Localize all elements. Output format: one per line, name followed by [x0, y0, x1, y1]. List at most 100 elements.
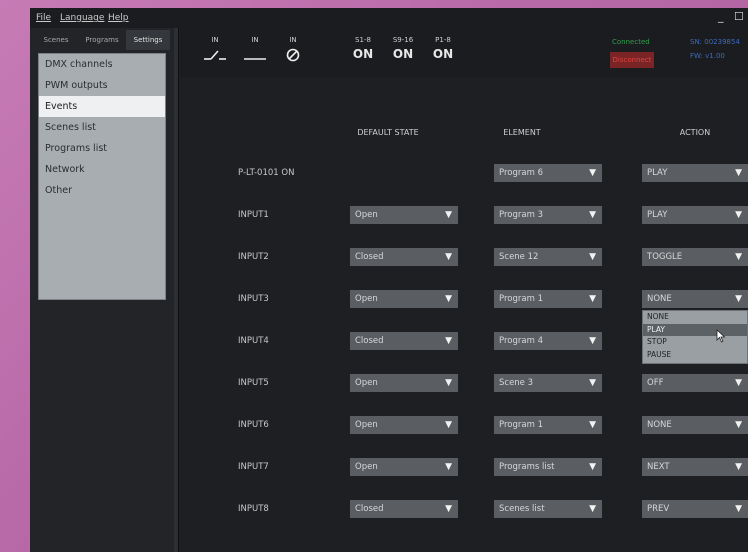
input-indicator-label: IN [211, 36, 219, 44]
tab-scenes[interactable]: Scenes [34, 30, 78, 50]
input-indicator-label: IN [289, 36, 297, 44]
event-row-label: INPUT3 [238, 294, 269, 304]
element-dropdown[interactable]: Programs list ▼ [494, 458, 602, 476]
default-state-dropdown[interactable]: Open ▼ [350, 416, 458, 434]
output-group-value: ON [432, 47, 454, 61]
action-option[interactable]: PAUSE [643, 349, 747, 362]
nav-item-scenes-list[interactable]: Scenes list [39, 117, 165, 138]
disconnect-button[interactable]: Disconnect [610, 52, 654, 68]
status-bar: Connected Disconnect SN: 00239854 FW: v1… [180, 28, 748, 78]
input-indicator: IN [198, 36, 232, 62]
input-indicator: IN [276, 36, 310, 62]
firmware-version: FW: v1.00 [690, 52, 725, 60]
chevron-down-icon: ▼ [589, 252, 596, 262]
action-dropdown[interactable]: NEXT ▼ [642, 458, 748, 476]
element-dropdown[interactable]: Scenes list ▼ [494, 500, 602, 518]
action-dropdown-value: NEXT [647, 462, 670, 472]
output-group-value: ON [352, 47, 374, 61]
event-row-label: INPUT7 [238, 462, 269, 472]
chevron-down-icon: ▼ [735, 462, 742, 472]
output-group-indicator: S1-8 ON [346, 36, 380, 61]
default-state-dropdown-value: Closed [355, 252, 384, 262]
event-row-label: INPUT4 [238, 336, 269, 346]
element-dropdown[interactable]: Program 4 ▼ [494, 332, 602, 350]
action-dropdown-value: PLAY [647, 210, 668, 220]
element-dropdown-value: Scene 3 [499, 378, 534, 388]
default-state-dropdown-value: Open [355, 420, 378, 430]
action-option[interactable]: PLAY [643, 323, 747, 336]
chevron-down-icon: ▼ [589, 210, 596, 220]
chevron-down-icon: ▼ [735, 168, 742, 178]
action-dropdown[interactable]: OFF ▼ [642, 374, 748, 392]
element-dropdown[interactable]: Program 6 ▼ [494, 164, 602, 182]
nav-item-pwm-outputs[interactable]: PWM outputs [39, 75, 165, 96]
menu-language[interactable]: Language [60, 13, 104, 23]
chevron-down-icon: ▼ [445, 420, 452, 430]
element-dropdown-value: Program 3 [499, 210, 543, 220]
action-option[interactable]: NONE [643, 311, 747, 324]
column-element: ELEMENT [503, 128, 541, 137]
switch-closed-icon [238, 48, 272, 62]
default-state-dropdown[interactable]: Closed ▼ [350, 500, 458, 518]
chevron-down-icon: ▼ [445, 504, 452, 514]
default-state-dropdown[interactable]: Open ▼ [350, 290, 458, 308]
action-dropdown[interactable]: PLAY ▼ [642, 164, 748, 182]
minimize-button[interactable]: _ [718, 10, 724, 23]
action-options-menu: NONE PLAY STOP PAUSE [642, 310, 748, 364]
output-group-label: S1-8 [355, 36, 371, 44]
switch-open-icon [198, 48, 232, 62]
default-state-dropdown[interactable]: Closed ▼ [350, 332, 458, 350]
column-action: ACTION [679, 128, 711, 137]
connected-status: Connected [612, 38, 650, 46]
element-dropdown[interactable]: Program 3 ▼ [494, 206, 602, 224]
tab-programs[interactable]: Programs [80, 30, 124, 50]
default-state-dropdown[interactable]: Closed ▼ [350, 248, 458, 266]
nav-item-other[interactable]: Other [39, 180, 165, 201]
nav-item-dmx-channels[interactable]: DMX channels [39, 54, 165, 75]
default-state-dropdown[interactable]: Open ▼ [350, 206, 458, 224]
element-dropdown[interactable]: Program 1 ▼ [494, 290, 602, 308]
action-dropdown-value: OFF [647, 378, 664, 388]
tab-settings[interactable]: Settings [126, 30, 170, 50]
output-group-indicator: P1-8 ON [426, 36, 460, 61]
nav-item-network[interactable]: Network [39, 159, 165, 180]
chevron-down-icon: ▼ [589, 294, 596, 304]
element-dropdown-value: Program 4 [499, 336, 543, 346]
element-dropdown[interactable]: Scene 12 ▼ [494, 248, 602, 266]
default-state-dropdown[interactable]: Open ▼ [350, 458, 458, 476]
default-state-dropdown[interactable]: Open ▼ [350, 374, 458, 392]
action-dropdown[interactable]: PLAY ▼ [642, 206, 748, 224]
action-dropdown[interactable]: TOGGLE ▼ [642, 248, 748, 266]
element-dropdown[interactable]: Program 1 ▼ [494, 416, 602, 434]
chevron-down-icon: ▼ [735, 420, 742, 430]
element-dropdown-value: Program 1 [499, 294, 543, 304]
serial-number: SN: 00239854 [690, 38, 740, 46]
menu-file[interactable]: File [36, 13, 51, 23]
action-dropdown[interactable]: NONE ▼ [642, 290, 748, 308]
chevron-down-icon: ▼ [735, 378, 742, 388]
chevron-down-icon: ▼ [589, 168, 596, 178]
action-dropdown-value: PLAY [647, 168, 668, 178]
menu-help[interactable]: Help [108, 13, 129, 23]
output-group-value: ON [392, 47, 414, 61]
mouse-cursor-icon [716, 328, 726, 347]
input-indicator-label: IN [251, 36, 259, 44]
action-option[interactable]: STOP [643, 336, 747, 349]
event-row-label: INPUT1 [238, 210, 269, 220]
tab-bar: Scenes Programs Settings [30, 30, 174, 50]
action-dropdown-value: PREV [647, 504, 670, 514]
element-dropdown[interactable]: Scene 3 ▼ [494, 374, 602, 392]
action-dropdown[interactable]: NONE ▼ [642, 416, 748, 434]
events-panel: DEFAULT STATE ELEMENT ACTION P-LT-0101 O… [180, 78, 748, 552]
chevron-down-icon: ▼ [735, 504, 742, 514]
event-row-label: P-LT-0101 ON [238, 168, 295, 178]
chevron-down-icon: ▼ [445, 336, 452, 346]
maximize-button[interactable]: ☐ [734, 10, 744, 23]
output-group-label: P1-8 [435, 36, 451, 44]
chevron-down-icon: ▼ [445, 294, 452, 304]
nav-item-programs-list[interactable]: Programs list [39, 138, 165, 159]
default-state-dropdown-value: Open [355, 462, 378, 472]
nav-item-events[interactable]: Events [39, 96, 165, 117]
action-dropdown[interactable]: PREV ▼ [642, 500, 748, 518]
chevron-down-icon: ▼ [445, 462, 452, 472]
